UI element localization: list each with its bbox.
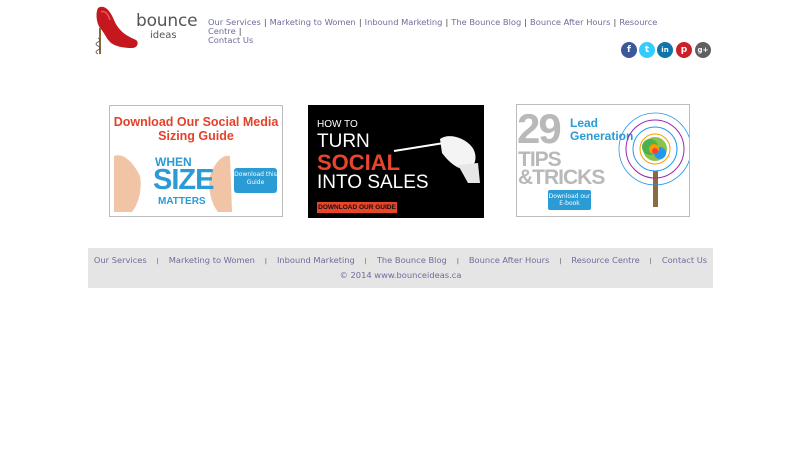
- footer-separator: |: [156, 258, 159, 265]
- footer-separator: |: [649, 258, 652, 265]
- footer-separator: |: [364, 258, 367, 265]
- nav-separator: |: [263, 17, 267, 27]
- footer-marketing-to-women[interactable]: Marketing to Women: [169, 255, 255, 265]
- social-into-sales-banner[interactable]: HOW TO TURN SOCIAL INTO SALES DOWNLOAD O…: [308, 105, 484, 218]
- linkedin-icon[interactable]: in: [657, 42, 673, 58]
- footer-resource-centre[interactable]: Resource Centre: [571, 255, 639, 265]
- nav-bounce-after-hours[interactable]: Bounce After Hours: [530, 17, 610, 27]
- footer-our-services[interactable]: Our Services: [94, 255, 147, 265]
- nav-separator: |: [613, 17, 617, 27]
- logo-subtext: ideas: [150, 30, 177, 41]
- logo-text: bounce: [136, 11, 198, 31]
- footer-separator: |: [264, 258, 267, 265]
- nav-inbound-marketing[interactable]: Inbound Marketing: [365, 17, 443, 27]
- top-navigation: Our Services | Marketing to Women | Inbound …: [208, 18, 688, 45]
- download-guide-button[interactable]: Download this Guide: [234, 168, 277, 193]
- twitter-icon[interactable]: t: [639, 42, 655, 58]
- nav-marketing-to-women[interactable]: Marketing to Women: [270, 17, 356, 27]
- nav-separator: |: [358, 17, 362, 27]
- copyright-text: © 2014 www.bounceideas.ca: [339, 270, 462, 280]
- pinterest-icon[interactable]: p: [676, 42, 692, 58]
- googleplus-icon[interactable]: g+: [695, 42, 711, 58]
- banner-text-size: SIZE: [153, 164, 214, 196]
- footer-bounce-after-hours[interactable]: Bounce After Hours: [469, 255, 549, 265]
- logo[interactable]: bounce ideas: [92, 2, 198, 60]
- footer-contact-us[interactable]: Contact Us: [662, 255, 707, 265]
- footer-separator: |: [456, 258, 459, 265]
- idea-tree-icon: [618, 112, 689, 207]
- banner-text-matters: MATTERS: [158, 196, 206, 207]
- nav-contact-us[interactable]: Contact Us: [208, 35, 253, 45]
- footer-navigation: Our Services | Marketing to Women | Inbound …: [88, 256, 713, 266]
- social-media-sizing-guide-banner[interactable]: Download Our Social Media Sizing Guide W…: [109, 105, 283, 217]
- footer-bounce-blog[interactable]: The Bounce Blog: [377, 255, 447, 265]
- download-guide-button[interactable]: DOWNLOAD OUR GUIDE: [317, 202, 397, 213]
- nav-separator: |: [445, 17, 449, 27]
- footer: Our Services | Marketing to Women | Inbound …: [88, 248, 713, 288]
- nav-bounce-blog[interactable]: The Bounce Blog: [451, 17, 521, 27]
- nav-separator: |: [524, 17, 528, 27]
- red-heel-shoe-icon: [95, 6, 138, 55]
- footer-separator: |: [559, 258, 562, 265]
- lead-generation-tips-banner[interactable]: 29 Lead Generation TIPS &TRICKS Download…: [516, 104, 690, 217]
- footer-inbound-marketing[interactable]: Inbound Marketing: [277, 255, 355, 265]
- download-ebook-button[interactable]: Download our E-book: [548, 190, 591, 210]
- facebook-icon[interactable]: f: [621, 42, 637, 58]
